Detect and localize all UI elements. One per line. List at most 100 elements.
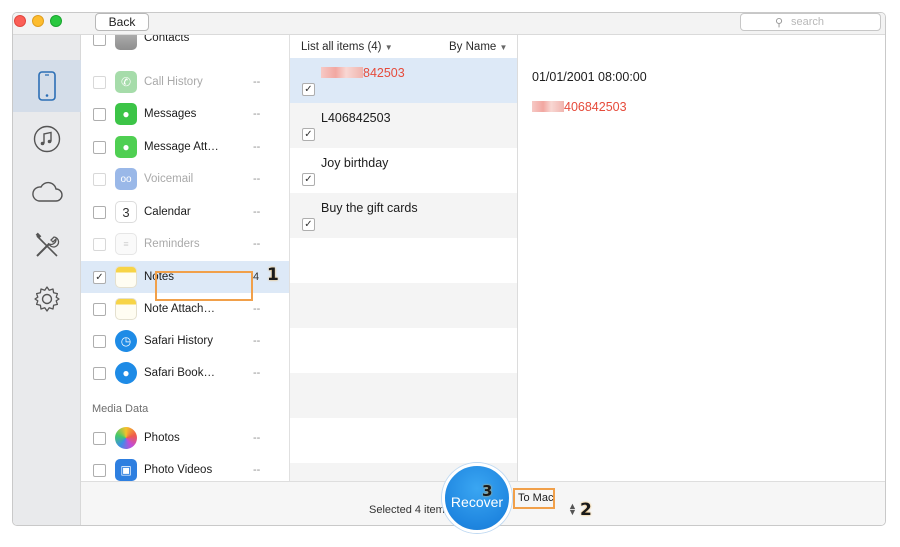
photo-videos-checkbox[interactable] xyxy=(93,463,106,477)
sort-label: By Name xyxy=(449,41,497,53)
detail-date: 01/01/2001 08:00:00 xyxy=(532,70,647,84)
notes-checkbox[interactable]: ✓ xyxy=(93,270,106,284)
category-label: Safari History xyxy=(144,335,214,347)
photo-videos-icon: ▣ xyxy=(115,459,137,481)
category-messages[interactable]: ● Messages -- xyxy=(81,98,289,130)
category-label: Photos xyxy=(144,432,180,444)
category-message-attachments[interactable]: ● Message Att… -- xyxy=(81,131,289,163)
photos-checkbox[interactable] xyxy=(93,431,106,445)
voicemail-icon: oo xyxy=(115,168,137,190)
media-section-title: Media Data xyxy=(92,403,149,415)
note-attachments-checkbox[interactable] xyxy=(93,302,106,316)
category-contacts[interactable]: Contacts xyxy=(81,35,289,55)
reminders-checkbox[interactable] xyxy=(93,237,106,251)
rail-item-tools[interactable] xyxy=(13,220,81,272)
back-button[interactable]: Back xyxy=(95,13,149,31)
category-count: -- xyxy=(253,335,261,347)
messages-checkbox[interactable] xyxy=(93,107,106,121)
contacts-icon xyxy=(115,35,137,50)
item-checkbox[interactable]: ✓ xyxy=(302,128,315,141)
list-item[interactable]: ✓ Buy the gift cards xyxy=(290,193,517,238)
calendar-icon: 3 xyxy=(115,201,137,223)
category-count: -- xyxy=(253,141,261,153)
list-header: List all items (4) ▼ By Name ▼ xyxy=(290,35,517,59)
rail-item-icloud[interactable] xyxy=(13,166,81,218)
rail-item-device[interactable] xyxy=(13,60,81,112)
rail-item-settings[interactable] xyxy=(13,273,81,325)
recover-label: Recover xyxy=(450,494,504,510)
category-label: Messages xyxy=(144,108,197,120)
search-placeholder: search xyxy=(791,16,825,28)
safari-history-icon: ◷ xyxy=(115,330,137,352)
empty-row xyxy=(290,328,517,373)
recover-button[interactable]: Recover xyxy=(442,463,512,533)
list-filter-dropdown[interactable]: List all items (4) ▼ xyxy=(301,41,393,53)
list-item[interactable]: ✓ Joy birthday xyxy=(290,148,517,193)
note-attachments-icon xyxy=(115,298,137,320)
step-two-marker: 2 xyxy=(580,500,592,520)
item-checkbox[interactable]: ✓ xyxy=(302,218,315,231)
chevron-updown-icon[interactable]: ▲ ▼ xyxy=(568,502,577,517)
voicemail-checkbox[interactable] xyxy=(93,172,106,186)
phone-device-icon xyxy=(38,71,56,101)
safari-history-checkbox[interactable] xyxy=(93,334,106,348)
contacts-checkbox[interactable] xyxy=(93,35,106,46)
message-attachments-checkbox[interactable] xyxy=(93,140,106,154)
step-one-marker: 1 xyxy=(267,265,279,285)
category-count: -- xyxy=(253,303,261,315)
search-input[interactable]: ⚲ search xyxy=(740,13,881,31)
minimize-window-button[interactable] xyxy=(32,15,44,27)
category-count: -- xyxy=(253,432,261,444)
list-item[interactable]: ✓ L406842503 xyxy=(290,103,517,148)
category-safari-bookmarks[interactable]: ● Safari Book… -- xyxy=(81,357,289,389)
list-sort-dropdown[interactable]: By Name ▼ xyxy=(449,41,507,53)
destination-select[interactable]: To Mac xyxy=(513,488,555,509)
category-call-history[interactable]: ✆ Call History -- xyxy=(81,66,289,98)
zoom-window-button[interactable] xyxy=(50,15,62,27)
category-calendar[interactable]: 3 Calendar -- xyxy=(81,196,289,228)
category-photos[interactable]: Photos -- xyxy=(81,422,289,454)
rail-item-itunes[interactable] xyxy=(13,113,81,165)
item-title: Joy birthday xyxy=(321,156,389,170)
app-window: Back ⚲ search Contacts ✆ Call History --… xyxy=(12,12,886,526)
safari-bookmarks-checkbox[interactable] xyxy=(93,366,106,380)
empty-row xyxy=(290,238,517,283)
item-title: L406842503 xyxy=(321,111,391,125)
search-icon: ⚲ xyxy=(775,17,784,29)
category-label: Call History xyxy=(144,76,203,88)
category-count: -- xyxy=(253,108,261,120)
category-label: Contacts xyxy=(144,35,190,44)
category-reminders[interactable]: ≡ Reminders -- xyxy=(81,228,289,260)
category-label: Photo Videos xyxy=(144,464,213,476)
empty-row xyxy=(290,418,517,463)
category-count: -- xyxy=(253,464,261,476)
item-list: List all items (4) ▼ By Name ▼ ✓ 842503 … xyxy=(289,35,518,481)
calendar-checkbox[interactable] xyxy=(93,205,106,219)
call-history-checkbox[interactable] xyxy=(93,75,106,89)
empty-row xyxy=(290,283,517,328)
item-title: 842503 xyxy=(321,66,405,80)
phone-icon: ✆ xyxy=(115,71,137,93)
item-checkbox[interactable]: ✓ xyxy=(302,83,315,96)
list-item[interactable]: ✓ 842503 xyxy=(290,58,517,103)
filter-label: List all items (4) xyxy=(301,41,382,53)
category-label: Reminders xyxy=(144,238,200,250)
titlebar: Back ⚲ search xyxy=(13,13,885,35)
category-label: Message Att… xyxy=(144,141,219,153)
category-photo-videos[interactable]: ▣ Photo Videos -- xyxy=(81,454,289,481)
category-label: Note Attach… xyxy=(144,303,215,315)
step-three-marker: 3 xyxy=(482,482,493,500)
destination-value: To Mac xyxy=(518,492,554,504)
category-label: Safari Book… xyxy=(144,367,215,379)
photos-icon xyxy=(115,427,137,449)
category-safari-history[interactable]: ◷ Safari History -- xyxy=(81,325,289,357)
category-list: Contacts ✆ Call History -- ● Messages --… xyxy=(81,35,289,481)
category-count: -- xyxy=(253,206,261,218)
category-label: Calendar xyxy=(144,206,191,218)
item-checkbox[interactable]: ✓ xyxy=(302,173,315,186)
category-voicemail[interactable]: oo Voicemail -- xyxy=(81,163,289,195)
notes-highlight-outline xyxy=(155,271,253,301)
selected-count: Selected 4 items xyxy=(369,504,451,516)
close-window-button[interactable] xyxy=(14,15,26,27)
category-count: -- xyxy=(253,76,261,88)
